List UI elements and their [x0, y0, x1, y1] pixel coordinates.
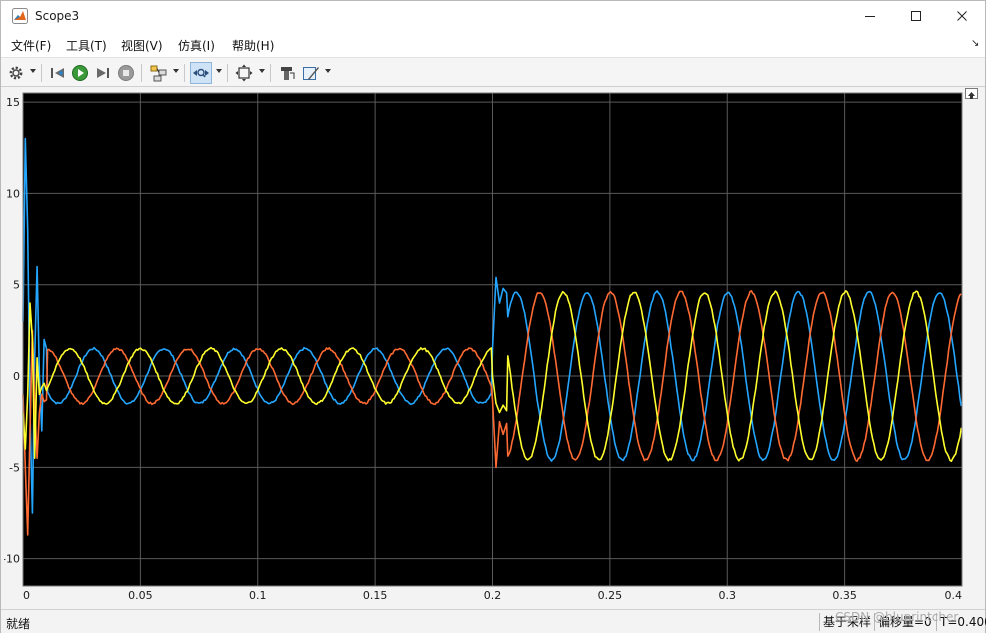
- signal-selector-button[interactable]: [148, 62, 170, 84]
- y-tick-label: -10: [4, 553, 20, 566]
- menu-tools[interactable]: 工具(T): [66, 37, 107, 54]
- stop-icon: [118, 65, 134, 81]
- x-tick-label: 0.15: [363, 589, 388, 602]
- x-tick-label: 0.25: [598, 589, 623, 602]
- style-dropdown-icon[interactable]: [325, 69, 331, 73]
- y-tick-label: 0: [13, 370, 20, 383]
- step-forward-button[interactable]: [93, 62, 113, 84]
- maximize-icon: [911, 11, 921, 21]
- undock-button[interactable]: [965, 88, 978, 99]
- menu-expand-icon[interactable]: ↘: [971, 38, 979, 49]
- x-tick-label: 0.1: [249, 589, 267, 602]
- signal-selector-dropdown-icon[interactable]: [173, 69, 179, 73]
- zoom-time-button[interactable]: [190, 62, 212, 84]
- close-button[interactable]: [939, 1, 985, 31]
- toolbar-separator: [41, 64, 42, 82]
- menu-view[interactable]: 视图(V): [121, 37, 163, 54]
- toolbar: [1, 57, 985, 87]
- run-icon: [72, 65, 88, 81]
- minimize-button[interactable]: [847, 1, 893, 31]
- zoom-dropdown-icon[interactable]: [216, 69, 222, 73]
- x-tick-label: 0.2: [484, 589, 502, 602]
- minimize-icon: [865, 16, 875, 17]
- highlight-button[interactable]: [276, 62, 298, 84]
- x-tick-label: 0: [23, 589, 30, 602]
- fit-to-view-icon: [235, 64, 253, 82]
- undock-icon: [968, 92, 975, 99]
- signal-selector-icon: [150, 65, 167, 82]
- x-tick-label: 0.35: [832, 589, 857, 602]
- window-title: Scope3: [35, 9, 80, 23]
- scope-plot[interactable]: 0 0.05 0.1 0.15 0.2 0.25 0.3 0.35 0.4 -10 -5 0 5 10 15: [2, 89, 984, 608]
- style-icon: [303, 67, 319, 80]
- toolbar-separator: [141, 64, 142, 82]
- toolbar-separator: [227, 64, 228, 82]
- fit-to-view-button[interactable]: [233, 62, 255, 84]
- menu-bar: 文件(F) 工具(T) 视图(V) 仿真(I) 帮助(H) ↘: [1, 31, 985, 57]
- menu-simulation[interactable]: 仿真(I): [178, 37, 215, 54]
- y-tick-label: 15: [6, 96, 20, 109]
- style-button[interactable]: [300, 62, 322, 84]
- x-tick-label: 0.4: [945, 589, 963, 602]
- scope-window: Scope3 文件(F) 工具(T) 视图(V) 仿真(I) 帮助(H) ↘ 0…: [0, 0, 986, 633]
- y-tick-label: 10: [6, 187, 20, 200]
- x-tick-label: 0.05: [128, 589, 153, 602]
- highlight-icon: [281, 67, 295, 80]
- matlab-logo-icon: [12, 8, 28, 24]
- close-icon: [957, 11, 967, 21]
- step-forward-icon: [97, 68, 109, 78]
- menu-help[interactable]: 帮助(H): [232, 37, 274, 54]
- title-bar[interactable]: Scope3: [1, 1, 985, 31]
- run-button[interactable]: [70, 62, 90, 84]
- settings-dropdown-icon[interactable]: [30, 69, 36, 73]
- step-back-button[interactable]: [48, 62, 68, 84]
- step-back-icon: [51, 68, 64, 78]
- toolbar-separator: [270, 64, 271, 82]
- y-tick-label: -5: [9, 461, 20, 474]
- x-tick-label: 0.3: [719, 589, 737, 602]
- zoom-time-icon: [193, 68, 209, 78]
- stop-button[interactable]: [116, 62, 136, 84]
- watermark: CSDN @bluprintcher: [835, 610, 959, 624]
- scope-display: 0 0.05 0.1 0.15 0.2 0.25 0.3 0.35 0.4 -10 -5 0 5 10 15: [2, 89, 984, 608]
- toolbar-separator: [184, 64, 185, 82]
- menu-file[interactable]: 文件(F): [11, 37, 51, 54]
- settings-button[interactable]: [6, 62, 26, 84]
- maximize-button[interactable]: [893, 1, 939, 31]
- status-text: 就绪: [6, 617, 31, 631]
- gear-icon: [9, 66, 23, 80]
- y-tick-label: 5: [13, 279, 20, 292]
- fit-dropdown-icon[interactable]: [259, 69, 265, 73]
